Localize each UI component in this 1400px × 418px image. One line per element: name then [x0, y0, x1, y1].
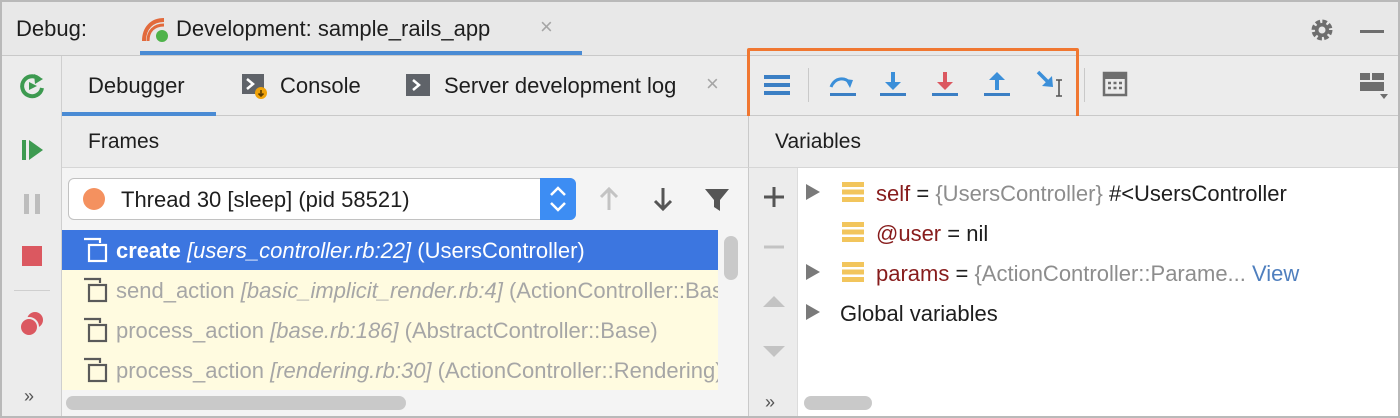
frames-title: Frames: [88, 130, 160, 153]
view-link[interactable]: View: [1246, 261, 1299, 286]
variable-equals: =: [941, 221, 967, 246]
frame-file: [rendering.rb:30]: [270, 358, 432, 383]
frames-vertical-scrollbar[interactable]: [724, 236, 738, 280]
previous-frame-icon[interactable]: [594, 184, 624, 214]
next-frame-icon[interactable]: [648, 184, 678, 214]
field-icon: [842, 222, 864, 242]
pause-icon[interactable]: [16, 188, 48, 220]
frame-class: (ActionController::BasicImplicitRender): [508, 278, 718, 303]
thread-select-value: Thread 30 [sleep] (pid 58521): [121, 187, 410, 212]
variable-value: #<UsersController: [1102, 181, 1287, 206]
more-actions-icon[interactable]: »: [24, 386, 34, 407]
frame-row[interactable]: create [users_controller.rb:22] (UsersCo…: [62, 230, 718, 270]
more-actions-icon[interactable]: »: [765, 392, 775, 413]
evaluate-expression-icon[interactable]: [1102, 68, 1128, 100]
run-configuration-tab[interactable]: Development: sample_rails_app ×: [140, 2, 582, 55]
resume-icon[interactable]: [16, 134, 48, 166]
thread-status-icon: [83, 188, 105, 210]
toolbar-separator: [14, 290, 50, 291]
frame-row[interactable]: send_action [basic_implicit_render.rb:4]…: [62, 270, 718, 310]
frame-class: (ActionController::Rendering): [437, 358, 718, 383]
variables-horizontal-scrollbar[interactable]: [804, 396, 872, 410]
tab-console[interactable]: Console: [242, 56, 372, 116]
rails-icon: [142, 18, 168, 42]
frame-file: [basic_implicit_render.rb:4]: [240, 278, 503, 303]
variables-title: Variables: [775, 130, 861, 153]
tab-label: Console: [280, 73, 361, 98]
run-tab-label: Development: sample_rails_app: [176, 16, 491, 41]
tab-label: Debugger: [88, 73, 185, 98]
expand-arrow-icon[interactable]: [806, 264, 820, 280]
frame-method: process_action: [116, 318, 264, 343]
frame-row[interactable]: process_action [rendering.rb:30] (Action…: [62, 350, 718, 390]
expand-arrow-icon[interactable]: [806, 184, 820, 200]
frame-method: process_action: [116, 358, 264, 383]
log-icon: [406, 74, 430, 96]
close-icon[interactable]: ×: [706, 71, 719, 97]
add-watch-icon[interactable]: [761, 184, 787, 210]
debug-title-bar: Debug: Development: sample_rails_app ×: [2, 2, 1398, 56]
variable-equals: =: [910, 181, 936, 206]
view-breakpoints-icon[interactable]: [16, 308, 48, 340]
frames-header: Frames: [62, 116, 748, 168]
field-icon: [842, 182, 864, 202]
frame-icon: [84, 277, 108, 303]
field-icon: [842, 262, 864, 282]
frame-icon: [84, 237, 108, 263]
rerun-icon[interactable]: [16, 70, 48, 102]
debugger-tabs: Debugger Console Server development log …: [62, 56, 1398, 116]
debug-tool-window: Debug: Development: sample_rails_app × »…: [0, 0, 1400, 418]
variables-panel: self = {UsersController} #<UsersControll…: [798, 168, 1398, 416]
toolbar-separator: [1084, 68, 1085, 102]
variable-name: params: [876, 261, 950, 286]
tab-debugger[interactable]: Debugger: [62, 56, 216, 116]
debug-label: Debug:: [16, 16, 87, 41]
frame-class: (UsersController): [417, 238, 585, 263]
variable-equals: =: [949, 261, 975, 286]
tab-server-log[interactable]: Server development log ×: [406, 56, 736, 116]
console-icon: [242, 74, 267, 99]
variable-row[interactable]: self = {UsersController} #<UsersControll…: [798, 172, 1398, 212]
move-up-icon[interactable]: [761, 288, 787, 314]
minimize-icon[interactable]: [1360, 30, 1384, 33]
variable-type: {UsersController}: [935, 181, 1103, 206]
frame-list: create [users_controller.rb:22] (UsersCo…: [62, 230, 718, 390]
filter-icon[interactable]: [702, 184, 732, 214]
layout-icon[interactable]: [1358, 68, 1388, 100]
chevron-updown-icon[interactable]: [540, 178, 576, 220]
frame-icon: [84, 317, 108, 343]
stepping-toolbar-highlight: [747, 48, 1079, 122]
variables-header: Variables: [748, 116, 1398, 168]
variable-value: nil: [966, 221, 989, 246]
stop-icon[interactable]: [16, 240, 48, 272]
debug-actions-toolbar: »: [2, 56, 62, 416]
close-icon[interactable]: ×: [540, 14, 553, 40]
tab-label: Server development log: [444, 73, 677, 98]
frames-panel: Thread 30 [sleep] (pid 58521) create [us…: [62, 168, 748, 416]
move-down-icon[interactable]: [761, 338, 787, 364]
remove-watch-icon[interactable]: [761, 234, 787, 260]
thread-select[interactable]: Thread 30 [sleep] (pid 58521): [68, 178, 576, 220]
expand-arrow-icon[interactable]: [806, 304, 820, 320]
frame-file: [base.rb:186]: [270, 318, 399, 343]
frame-class: (AbstractController::Base): [404, 318, 658, 343]
frame-method: create: [116, 238, 181, 263]
frame-method: send_action: [116, 278, 235, 303]
global-variables-label: Global variables: [840, 301, 998, 326]
variable-type: {ActionController::Parame...: [974, 261, 1246, 286]
variable-row[interactable]: @user = nil: [798, 212, 1398, 252]
frames-horizontal-scrollbar[interactable]: [66, 396, 406, 410]
global-variables-row[interactable]: Global variables: [798, 292, 1398, 332]
frame-row[interactable]: process_action [base.rb:186] (AbstractCo…: [62, 310, 718, 350]
frame-file: [users_controller.rb:22]: [186, 238, 412, 263]
gear-icon[interactable]: [1308, 16, 1336, 44]
variable-name: self: [876, 181, 911, 206]
frame-icon: [84, 357, 108, 383]
variable-name: @user: [876, 221, 942, 246]
variable-row[interactable]: params = {ActionController::Parame... Vi…: [798, 252, 1398, 292]
variables-toolbar: »: [748, 168, 798, 416]
